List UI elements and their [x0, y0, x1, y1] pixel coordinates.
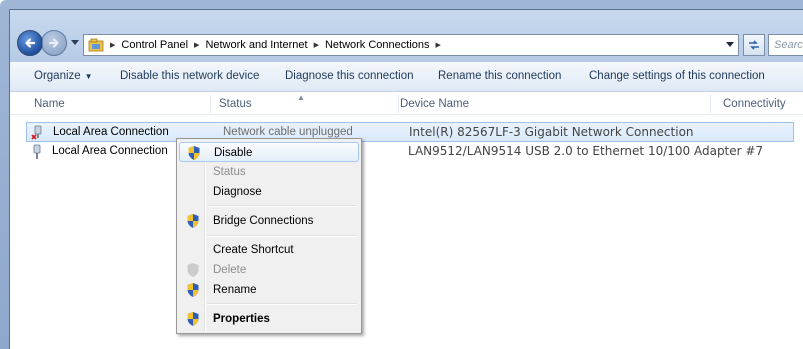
connection-device-name: Intel(R) 82567LF-3 Gigabit Network Conne… [409, 125, 694, 139]
menu-item-create-shortcut[interactable]: Create Shortcut [179, 240, 359, 260]
organize-button[interactable]: Organize ▼ [34, 70, 93, 82]
network-adapter-icon [33, 144, 41, 159]
address-row: ▶ Control Panel ▶ Network and Internet ▶… [10, 10, 803, 62]
back-button[interactable] [17, 30, 43, 56]
sort-ascending-icon: ▲ [297, 93, 305, 102]
connection-status: Network cable unplugged [223, 126, 353, 138]
explorer-window: ▶ Control Panel ▶ Network and Internet ▶… [9, 9, 803, 349]
organize-label: Organize [34, 70, 81, 82]
breadcrumb-separator-icon: ▶ [110, 42, 116, 49]
menu-item-label: Bridge Connections [213, 215, 314, 227]
uac-shield-icon [187, 283, 199, 297]
menu-item-label: Create Shortcut [213, 244, 294, 256]
column-header-row: Name Status ▲ Device Name Connectivity [10, 93, 803, 115]
uac-shield-icon [188, 146, 200, 160]
address-dropdown-icon[interactable] [725, 39, 735, 49]
menu-separator [207, 303, 357, 305]
context-menu: Disable Status Diagnose Bridge Connectio… [176, 138, 362, 334]
connection-name: Local Area Connection [53, 126, 169, 138]
control-panel-icon [88, 38, 104, 52]
breadcrumb-separator-icon[interactable]: ▶ [194, 41, 199, 49]
menu-item-status[interactable]: Status [179, 162, 359, 182]
menu-item-rename[interactable]: Rename [179, 280, 359, 300]
menu-item-label: Status [213, 166, 246, 178]
menu-item-bridge-connections[interactable]: Bridge Connections [179, 211, 359, 231]
column-header-device-name[interactable]: Device Name [400, 98, 469, 110]
menu-item-diagnose[interactable]: Diagnose [179, 182, 359, 202]
back-arrow-icon [25, 38, 36, 48]
network-adapter-disconnected-icon [31, 125, 42, 140]
menu-item-delete[interactable]: Delete [179, 260, 359, 280]
menu-item-label: Delete [213, 264, 247, 276]
breadcrumb-separator-icon[interactable]: ▶ [314, 41, 319, 49]
column-header-name[interactable]: Name [34, 98, 65, 110]
uac-shield-icon [187, 214, 199, 228]
column-divider[interactable] [398, 95, 399, 113]
command-bar: Organize ▼ Disable this network device Di… [10, 62, 803, 92]
disable-device-button[interactable]: Disable this network device [120, 70, 259, 82]
search-input[interactable]: Search Network Connections [768, 34, 803, 56]
uac-shield-icon [187, 263, 199, 277]
chevron-down-icon: ▼ [84, 72, 93, 81]
recent-pages-icon[interactable] [71, 40, 79, 46]
uac-shield-icon [187, 312, 199, 326]
breadcrumb-control-panel[interactable]: Control Panel [121, 39, 188, 51]
breadcrumb-separator-icon[interactable]: ▶ [436, 41, 441, 49]
menu-item-label: Rename [213, 284, 257, 296]
menu-item-label: Diagnose [213, 186, 262, 198]
rename-button[interactable]: Rename this connection [438, 70, 561, 82]
connection-name: Local Area Connection [52, 145, 168, 157]
column-divider[interactable] [210, 95, 211, 113]
menu-item-label: Properties [213, 313, 270, 325]
breadcrumb-network-and-internet[interactable]: Network and Internet [205, 39, 307, 51]
diagnose-button[interactable]: Diagnose this connection [285, 70, 414, 82]
connection-device-name: LAN9512/LAN9514 USB 2.0 to Ethernet 10/1… [408, 144, 764, 158]
column-header-connectivity[interactable]: Connectivity [723, 98, 786, 110]
breadcrumb-network-connections[interactable]: Network Connections [325, 39, 430, 51]
menu-separator [207, 205, 357, 207]
menu-item-properties[interactable]: Properties [179, 309, 359, 329]
menu-separator [207, 235, 357, 237]
menu-item-label: Disable [214, 147, 253, 159]
menu-item-disable[interactable]: Disable [179, 142, 359, 162]
connection-row[interactable]: Local Area Connection LAN9512/LAN9514 US… [26, 142, 794, 162]
column-header-status[interactable]: Status [219, 98, 252, 110]
connection-row[interactable]: Local Area Connection Network cable unpl… [26, 122, 794, 142]
refresh-icon [749, 40, 759, 50]
forward-arrow-icon [48, 38, 59, 48]
forward-button[interactable] [41, 30, 67, 56]
change-settings-button[interactable]: Change settings of this connection [589, 70, 765, 82]
refresh-button[interactable] [743, 34, 765, 56]
column-divider[interactable] [710, 95, 711, 113]
address-bar[interactable]: ▶ Control Panel ▶ Network and Internet ▶… [83, 34, 739, 56]
search-placeholder: Search Network Connections [774, 39, 803, 51]
